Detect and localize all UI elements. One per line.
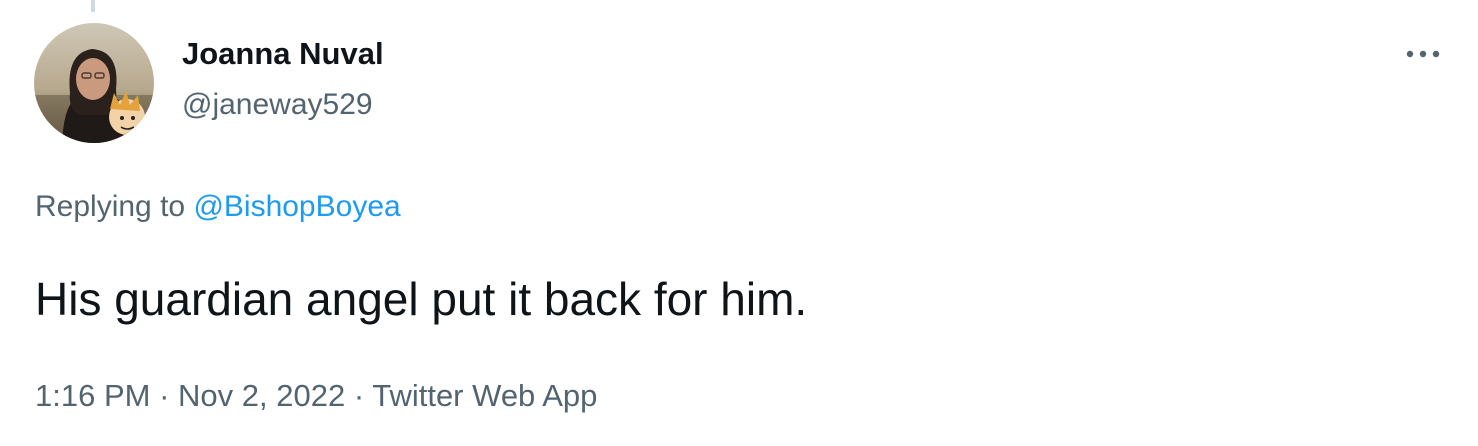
thread-connector-line <box>91 0 95 12</box>
tweet-text: His guardian angel put it back for him. <box>35 273 808 325</box>
avatar-image <box>34 23 154 143</box>
meta-separator: · <box>159 378 170 413</box>
more-horizontal-icon <box>1406 50 1440 58</box>
author-handle[interactable]: @janeway529 <box>182 88 373 122</box>
tweet-time-link[interactable]: 1:16 PM <box>35 378 150 413</box>
replying-to-label: Replying to <box>35 190 186 223</box>
tweet-date-link[interactable]: Nov 2, 2022 <box>178 378 345 413</box>
replying-to-line: Replying to @BishopBoyea <box>35 190 401 224</box>
author-name[interactable]: Joanna Nuval <box>182 36 384 72</box>
more-options-button[interactable] <box>1398 36 1448 72</box>
tweet-source: Twitter Web App <box>372 378 598 413</box>
tweet-metadata: 1:16 PM · Nov 2, 2022 · Twitter Web App <box>35 378 597 414</box>
replying-to-mention-link[interactable]: @BishopBoyea <box>193 190 400 223</box>
meta-separator: · <box>353 378 365 413</box>
avatar[interactable] <box>34 23 154 143</box>
